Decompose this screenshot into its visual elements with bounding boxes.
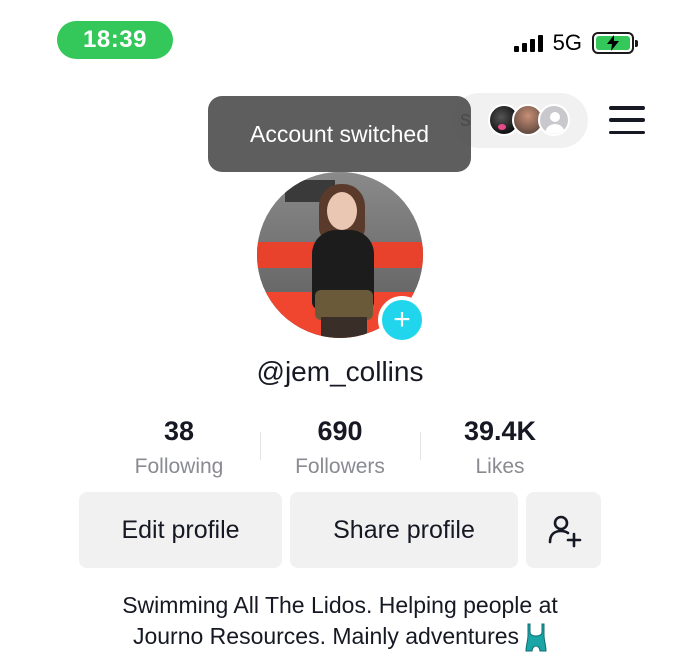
status-indicators: 5G (513, 30, 638, 55)
stat-followers[interactable]: 690 Followers (260, 416, 420, 479)
network-type: 5G (552, 30, 582, 55)
stat-value: 690 (317, 416, 363, 446)
stat-label: Likes (475, 455, 525, 478)
stat-label: Followers (295, 455, 385, 478)
username: @jem_collins (256, 356, 424, 387)
edit-profile-button[interactable]: Edit profile (79, 492, 282, 568)
default-avatar-icon[interactable] (538, 104, 570, 136)
bio-line-2-text: Journo Resources. Mainly adventures (132, 623, 520, 649)
share-profile-button[interactable]: Share profile (290, 492, 518, 568)
hamburger-menu-icon[interactable] (609, 106, 645, 134)
swimsuit-icon (525, 623, 547, 652)
stat-following[interactable]: 38 Following (99, 416, 259, 479)
signal-icon (513, 34, 543, 52)
bio-line-1: Swimming All The Lidos. Helping people a… (122, 592, 558, 618)
bio-line-2: Journo Resources. Mainly adventures (0, 621, 680, 653)
add-friend-button[interactable] (526, 492, 601, 568)
stat-value: 39.4K (463, 416, 537, 446)
stat-value: 38 (163, 416, 195, 446)
add-photo-plus-icon[interactable]: + (378, 296, 426, 344)
status-time: 18:39 (57, 21, 173, 59)
stat-label: Following (134, 455, 224, 478)
profile-bio: Swimming All The Lidos. Helping people a… (0, 590, 680, 653)
add-person-icon (548, 515, 581, 548)
stat-likes[interactable]: 39.4K Likes (420, 416, 580, 479)
battery-charging-icon (592, 32, 638, 54)
toast-message: Account switched (208, 96, 471, 172)
